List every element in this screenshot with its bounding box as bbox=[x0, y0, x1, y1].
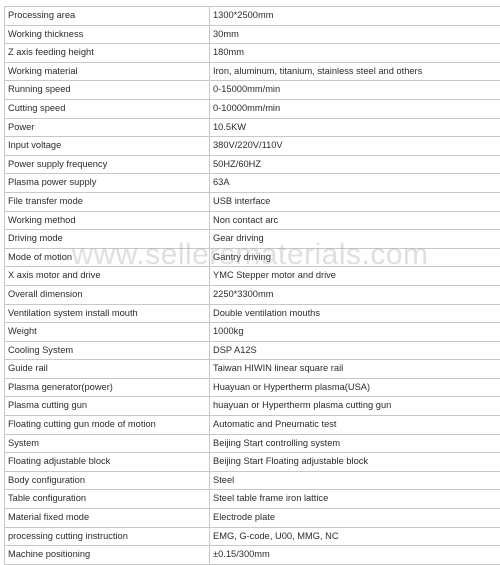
spec-value: ±0.15/300mm bbox=[210, 546, 500, 565]
spec-label: Guide rail bbox=[5, 360, 210, 379]
spec-value: 2250*3300mm bbox=[210, 285, 500, 304]
spec-value: USB interface bbox=[210, 192, 500, 211]
specification-table: Processing area1300*2500mmWorking thickn… bbox=[4, 6, 500, 565]
table-row: Cutting speed0-10000mm/min bbox=[5, 99, 500, 118]
spec-value: Electrode plate bbox=[210, 509, 500, 528]
spec-value: Beijing Start Floating adjustable block bbox=[210, 453, 500, 472]
table-row: Floating adjustable blockBeijing Start F… bbox=[5, 453, 500, 472]
spec-label: Machine positioning bbox=[5, 546, 210, 565]
table-row: Running speed0-15000mm/min bbox=[5, 81, 500, 100]
spec-label: Plasma power supply bbox=[5, 174, 210, 193]
table-row: Input voltage380V/220V/110V bbox=[5, 137, 500, 156]
spec-value: Non contact arc bbox=[210, 211, 500, 230]
spec-label: Z axis feeding height bbox=[5, 44, 210, 63]
table-row: Weight1000kg bbox=[5, 323, 500, 342]
table-row: Machine positioning±0.15/300mm bbox=[5, 546, 500, 565]
spec-label: Weight bbox=[5, 323, 210, 342]
spec-label: Working thickness bbox=[5, 25, 210, 44]
table-row: Overall dimension2250*3300mm bbox=[5, 285, 500, 304]
spec-value: 380V/220V/110V bbox=[210, 137, 500, 156]
spec-value: Gantry driving bbox=[210, 248, 500, 267]
spec-label: System bbox=[5, 434, 210, 453]
spec-value: Automatic and Pneumatic test bbox=[210, 416, 500, 435]
table-row: Material fixed modeElectrode plate bbox=[5, 509, 500, 528]
spec-label: Body configuration bbox=[5, 471, 210, 490]
table-row: Plasma power supply63A bbox=[5, 174, 500, 193]
table-row: Guide railTaiwan HIWIN linear square rai… bbox=[5, 360, 500, 379]
spec-label: X axis motor and drive bbox=[5, 267, 210, 286]
table-row: X axis motor and driveYMC Stepper motor … bbox=[5, 267, 500, 286]
table-row: Driving modeGear driving bbox=[5, 230, 500, 249]
spec-label: Working method bbox=[5, 211, 210, 230]
spec-value: 1000kg bbox=[210, 323, 500, 342]
table-row: Plasma generator(power)Huayuan or Hypert… bbox=[5, 378, 500, 397]
spec-value: EMG, G-code, U00, MMG, NC bbox=[210, 527, 500, 546]
table-row: Power supply frequency50HZ/60HZ bbox=[5, 155, 500, 174]
spec-value: Iron, aluminum, titanium, stainless stee… bbox=[210, 62, 500, 81]
spec-value: 180mm bbox=[210, 44, 500, 63]
spec-value: Taiwan HIWIN linear square rail bbox=[210, 360, 500, 379]
spec-label: Running speed bbox=[5, 81, 210, 100]
spec-label: Overall dimension bbox=[5, 285, 210, 304]
spec-value: 63A bbox=[210, 174, 500, 193]
spec-label: Table configuration bbox=[5, 490, 210, 509]
spec-value: Huayuan or Hypertherm plasma(USA) bbox=[210, 378, 500, 397]
table-row: Plasma cutting gunhuayuan or Hypertherm … bbox=[5, 397, 500, 416]
table-row: Table configurationSteel table frame iro… bbox=[5, 490, 500, 509]
spec-label: Material fixed mode bbox=[5, 509, 210, 528]
spec-value: Steel table frame iron lattice bbox=[210, 490, 500, 509]
table-row: Processing area1300*2500mm bbox=[5, 7, 500, 26]
spec-value: Double ventilation mouths bbox=[210, 304, 500, 323]
spec-label: Input voltage bbox=[5, 137, 210, 156]
spec-value: YMC Stepper motor and drive bbox=[210, 267, 500, 286]
spec-label: Ventilation system install mouth bbox=[5, 304, 210, 323]
spec-label: Floating adjustable block bbox=[5, 453, 210, 472]
spec-label: Power bbox=[5, 118, 210, 137]
spec-label: Power supply frequency bbox=[5, 155, 210, 174]
spec-label: Mode of motion bbox=[5, 248, 210, 267]
spec-value: 1300*2500mm bbox=[210, 7, 500, 26]
table-row: Working materialIron, aluminum, titanium… bbox=[5, 62, 500, 81]
spec-label: Cooling System bbox=[5, 341, 210, 360]
table-row: Working methodNon contact arc bbox=[5, 211, 500, 230]
table-row: Mode of motionGantry driving bbox=[5, 248, 500, 267]
spec-value: Steel bbox=[210, 471, 500, 490]
table-row: Floating cutting gun mode of motionAutom… bbox=[5, 416, 500, 435]
table-row: Z axis feeding height180mm bbox=[5, 44, 500, 63]
table-row: Working thickness30mm bbox=[5, 25, 500, 44]
spec-value: Gear driving bbox=[210, 230, 500, 249]
table-row: Power10.5KW bbox=[5, 118, 500, 137]
spec-value: 30mm bbox=[210, 25, 500, 44]
spec-value: 50HZ/60HZ bbox=[210, 155, 500, 174]
table-row: File transfer modeUSB interface bbox=[5, 192, 500, 211]
spec-value: 0-15000mm/min bbox=[210, 81, 500, 100]
spec-value: Beijing Start controlling system bbox=[210, 434, 500, 453]
table-row: SystemBeijing Start controlling system bbox=[5, 434, 500, 453]
spec-label: Cutting speed bbox=[5, 99, 210, 118]
spec-label: Processing area bbox=[5, 7, 210, 26]
table-row: processing cutting instructionEMG, G-cod… bbox=[5, 527, 500, 546]
specification-table-body: Processing area1300*2500mmWorking thickn… bbox=[5, 7, 500, 565]
spec-label: Driving mode bbox=[5, 230, 210, 249]
spec-label: Floating cutting gun mode of motion bbox=[5, 416, 210, 435]
spec-value: huayuan or Hypertherm plasma cutting gun bbox=[210, 397, 500, 416]
spec-value: 0-10000mm/min bbox=[210, 99, 500, 118]
spec-value: 10.5KW bbox=[210, 118, 500, 137]
table-row: Cooling SystemDSP A12S bbox=[5, 341, 500, 360]
table-row: Body configurationSteel bbox=[5, 471, 500, 490]
spec-label: Working material bbox=[5, 62, 210, 81]
spec-label: Plasma generator(power) bbox=[5, 378, 210, 397]
table-row: Ventilation system install mouthDouble v… bbox=[5, 304, 500, 323]
spec-label: File transfer mode bbox=[5, 192, 210, 211]
spec-label: processing cutting instruction bbox=[5, 527, 210, 546]
spec-label: Plasma cutting gun bbox=[5, 397, 210, 416]
spec-value: DSP A12S bbox=[210, 341, 500, 360]
